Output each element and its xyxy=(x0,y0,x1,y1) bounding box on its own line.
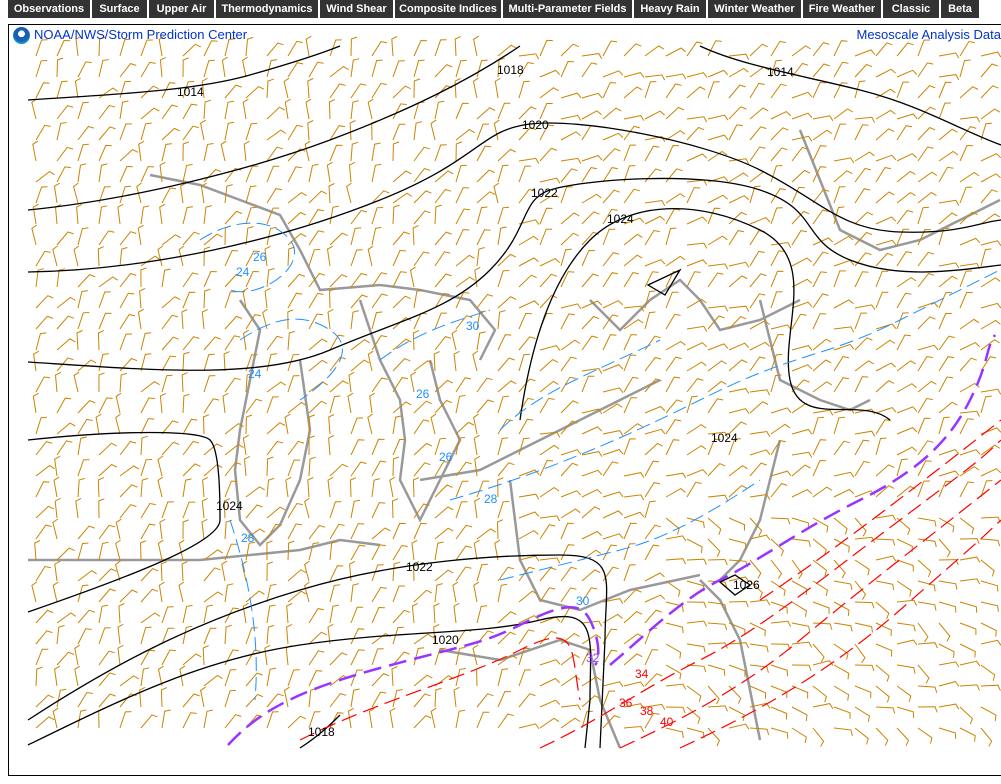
isobar-label: 1024 xyxy=(711,431,738,445)
isobar-label: 1022 xyxy=(531,186,558,200)
section-title: Mesoscale Analysis Data xyxy=(856,27,1001,42)
temperature-label: 40 xyxy=(660,715,674,729)
threshold-label: 32 xyxy=(586,651,600,665)
isobar-label: 1024 xyxy=(216,499,243,513)
isobar-label: 1018 xyxy=(308,725,335,739)
isobar-label: 1014 xyxy=(177,85,204,99)
isobar-label: 1026 xyxy=(733,578,760,592)
dewpoint-label: 26 xyxy=(439,450,453,464)
isobar-label: 1020 xyxy=(432,633,459,647)
isobar-label: 1020 xyxy=(522,118,549,132)
dewpoint-label: 26 xyxy=(253,250,267,264)
dewpoint-label: 30 xyxy=(466,319,480,333)
temperature-label: 34 xyxy=(635,667,649,681)
dewpoint-label: 26 xyxy=(416,387,430,401)
dewpoint-label: 24 xyxy=(248,367,262,381)
isobar-label: 1022 xyxy=(406,560,433,574)
page-title: NOAA/NWS/Storm Prediction Center xyxy=(34,27,248,42)
isobar-label: 1014 xyxy=(767,65,794,79)
dewpoint-label: 28 xyxy=(241,531,255,545)
threshold-labels: 32 xyxy=(586,651,600,665)
dewpoint-label: 28 xyxy=(484,492,498,506)
isobar-label: 1018 xyxy=(497,63,524,77)
temperature-label: 38 xyxy=(640,704,654,718)
weather-map: 1014 1018 1014 1020 1022 1024 1024 1024 … xyxy=(27,35,1001,749)
noaa-logo-icon xyxy=(13,27,30,44)
dewpoint-label: 30 xyxy=(576,594,590,608)
dewpoint-label: 24 xyxy=(236,265,250,279)
isobar-label: 1024 xyxy=(607,212,634,226)
temperature-label: 36 xyxy=(619,696,633,710)
